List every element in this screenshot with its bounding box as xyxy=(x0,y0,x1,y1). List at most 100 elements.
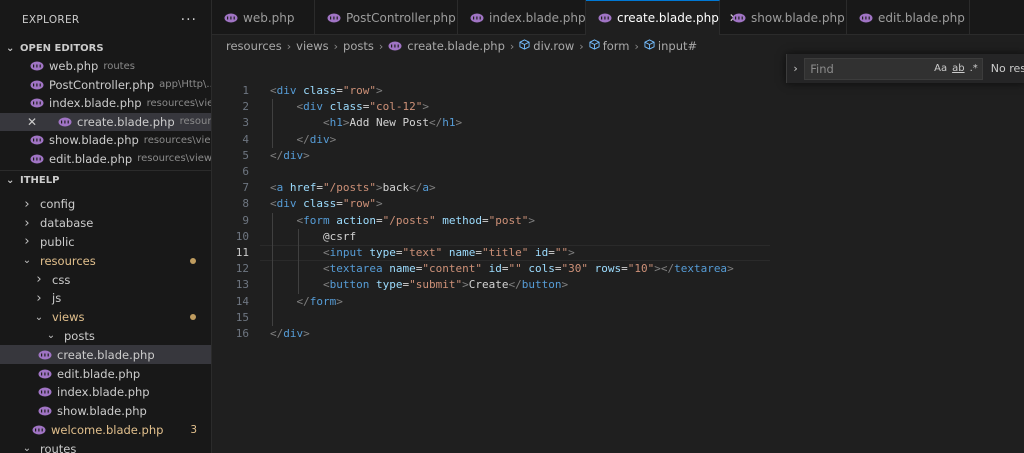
code-line[interactable]: <div class="row"> xyxy=(270,196,383,212)
code-token: class xyxy=(329,100,363,114)
chevron-right-icon: › xyxy=(24,234,30,250)
tree-folder-item[interactable]: ⌄ routes xyxy=(0,439,211,453)
code-token: "row" xyxy=(342,84,376,97)
line-number: 8 xyxy=(242,197,249,211)
tab-index-blade-php[interactable]: index.blade.php xyxy=(458,0,586,35)
tree-file-item[interactable]: edit.blade.php xyxy=(0,364,211,383)
tree-item-label: config xyxy=(40,197,76,212)
chevron-right-icon: › xyxy=(378,39,384,53)
breadcrumb-item[interactable]: div.row xyxy=(533,39,574,53)
code-token: </ xyxy=(508,278,522,292)
close-icon[interactable]: ✕ xyxy=(27,115,37,129)
tree-folder-item[interactable]: ⌄ resources xyxy=(0,251,211,270)
line-number: 9 xyxy=(242,213,249,227)
tree-folder-item[interactable]: ⌄ views xyxy=(0,308,211,327)
open-editor-item[interactable]: show.blade.php resources\vie... xyxy=(0,131,211,150)
tab-show-blade-php[interactable]: show.blade.php xyxy=(720,0,847,35)
tab-PostController-php[interactable]: PostController.php xyxy=(315,0,458,35)
breadcrumb-item[interactable]: views xyxy=(296,39,328,53)
breadcrumb-item[interactable]: posts xyxy=(343,39,374,53)
tree-folder-item[interactable]: › js xyxy=(0,289,211,308)
code-token: div xyxy=(276,197,297,211)
tree-folder-item[interactable]: › css xyxy=(0,270,211,289)
breadcrumb-item[interactable]: form xyxy=(603,39,630,53)
open-editor-item[interactable]: edit.blade.php resources\view... xyxy=(0,150,211,169)
open-editor-item[interactable]: ✕ create.blade.php resources\vie... xyxy=(0,112,211,131)
open-editor-path: routes xyxy=(103,60,135,72)
code-line[interactable]: </form> xyxy=(270,294,343,310)
code-token: class xyxy=(303,84,337,97)
code-token: div xyxy=(303,100,323,114)
code-token: Add New Post xyxy=(349,116,429,130)
indent-guide xyxy=(298,228,299,294)
tree-folder-item[interactable]: › config xyxy=(0,195,211,214)
project-section[interactable]: ⌄ ITHELP xyxy=(0,172,211,189)
code-line[interactable]: <a href="/posts">back</a> xyxy=(270,180,436,196)
tree-file-item[interactable]: show.blade.php xyxy=(0,402,211,421)
code-token: < xyxy=(270,181,277,195)
code-token: div xyxy=(276,84,297,97)
php-file-icon xyxy=(732,13,751,23)
tree-folder-item[interactable]: › public xyxy=(0,233,211,252)
code-line[interactable]: <input type="text" name="title" id=""> xyxy=(270,245,575,261)
tree-folder-item[interactable]: › database xyxy=(0,214,211,233)
chevron-down-icon: ⌄ xyxy=(6,175,15,186)
breadcrumb-item[interactable]: resources xyxy=(226,39,282,53)
code-token: < xyxy=(322,262,330,276)
tab-create-blade-php[interactable]: create.blade.php✕ xyxy=(586,0,739,35)
tab-edit-blade-php[interactable]: edit.blade.php xyxy=(847,0,970,35)
more-actions-icon[interactable]: ··· xyxy=(181,12,197,28)
match-case-icon[interactable]: Aa xyxy=(934,63,947,74)
open-editors-section[interactable]: ⌄ OPEN EDITORS xyxy=(0,40,211,57)
tab-web-php[interactable]: web.php xyxy=(212,0,315,35)
tree-folder-item[interactable]: ⌄ posts xyxy=(0,327,211,346)
tree-file-item[interactable]: index.blade.php xyxy=(0,383,211,402)
tab-label: web.php xyxy=(243,10,295,25)
open-editors-label: OPEN EDITORS xyxy=(20,43,104,54)
code-line[interactable]: </div> xyxy=(270,132,337,148)
code-line[interactable]: <form action="/posts" method="post"> xyxy=(270,213,535,229)
breadcrumb-item[interactable]: input# xyxy=(658,39,697,53)
line-number: 14 xyxy=(235,294,249,308)
code-token: = xyxy=(621,262,628,276)
code-token: = xyxy=(376,213,383,227)
tree-file-item[interactable]: create.blade.php xyxy=(0,345,211,365)
open-editor-item[interactable]: PostController.php app\Http\... xyxy=(0,76,211,95)
open-editor-item[interactable]: index.blade.php resources\vie... xyxy=(0,94,211,113)
chevron-right-icon: › xyxy=(634,39,639,53)
breadcrumb-item[interactable]: create.blade.php xyxy=(407,39,505,53)
code-line[interactable]: </div> xyxy=(270,148,310,164)
code-token: div xyxy=(309,132,330,146)
code-token: </ xyxy=(428,116,443,130)
code-token: id xyxy=(534,246,549,259)
find-input[interactable]: Find Aa ab .* xyxy=(804,57,983,80)
match-whole-word-icon[interactable]: ab xyxy=(952,63,964,74)
code-editor[interactable]: 1 2 3 4 5 6 7 8 9 10 11 12 13 14 15 16 <div class="row"… xyxy=(212,57,1024,453)
tree-file-item[interactable]: welcome.blade.php 3 xyxy=(0,421,211,440)
find-placeholder: Find xyxy=(810,61,834,76)
code-line[interactable]: <div class="col-12"> xyxy=(270,99,429,115)
code-line[interactable]: <button type="submit">Create</button> xyxy=(270,277,568,293)
tab-label: show.blade.php xyxy=(751,10,845,25)
code-token: > xyxy=(376,84,383,97)
use-regex-icon[interactable]: .* xyxy=(970,63,978,74)
code-line[interactable]: <h1>Add New Post</h1> xyxy=(270,115,462,131)
code-token: "text" xyxy=(402,246,443,259)
code-line[interactable]: <div class="row"> xyxy=(270,83,383,99)
code-token: = xyxy=(336,84,343,97)
chevron-down-icon: ⌄ xyxy=(22,443,32,453)
php-file-icon xyxy=(30,135,49,145)
php-file-icon xyxy=(30,98,49,108)
code-line[interactable]: <textarea name="content" id="" cols="30"… xyxy=(270,261,734,277)
toggle-replace-chevron-icon[interactable]: › xyxy=(787,62,804,75)
code-token: @csrf xyxy=(322,229,357,243)
open-editor-item[interactable]: web.php routes xyxy=(0,57,211,76)
code-token: </ xyxy=(409,181,423,195)
php-file-icon xyxy=(44,117,77,127)
code-line[interactable]: @csrf xyxy=(270,229,356,245)
tab-label: edit.blade.php xyxy=(878,10,965,25)
code-token: type xyxy=(375,278,403,292)
code-line[interactable]: </div> xyxy=(270,326,310,342)
